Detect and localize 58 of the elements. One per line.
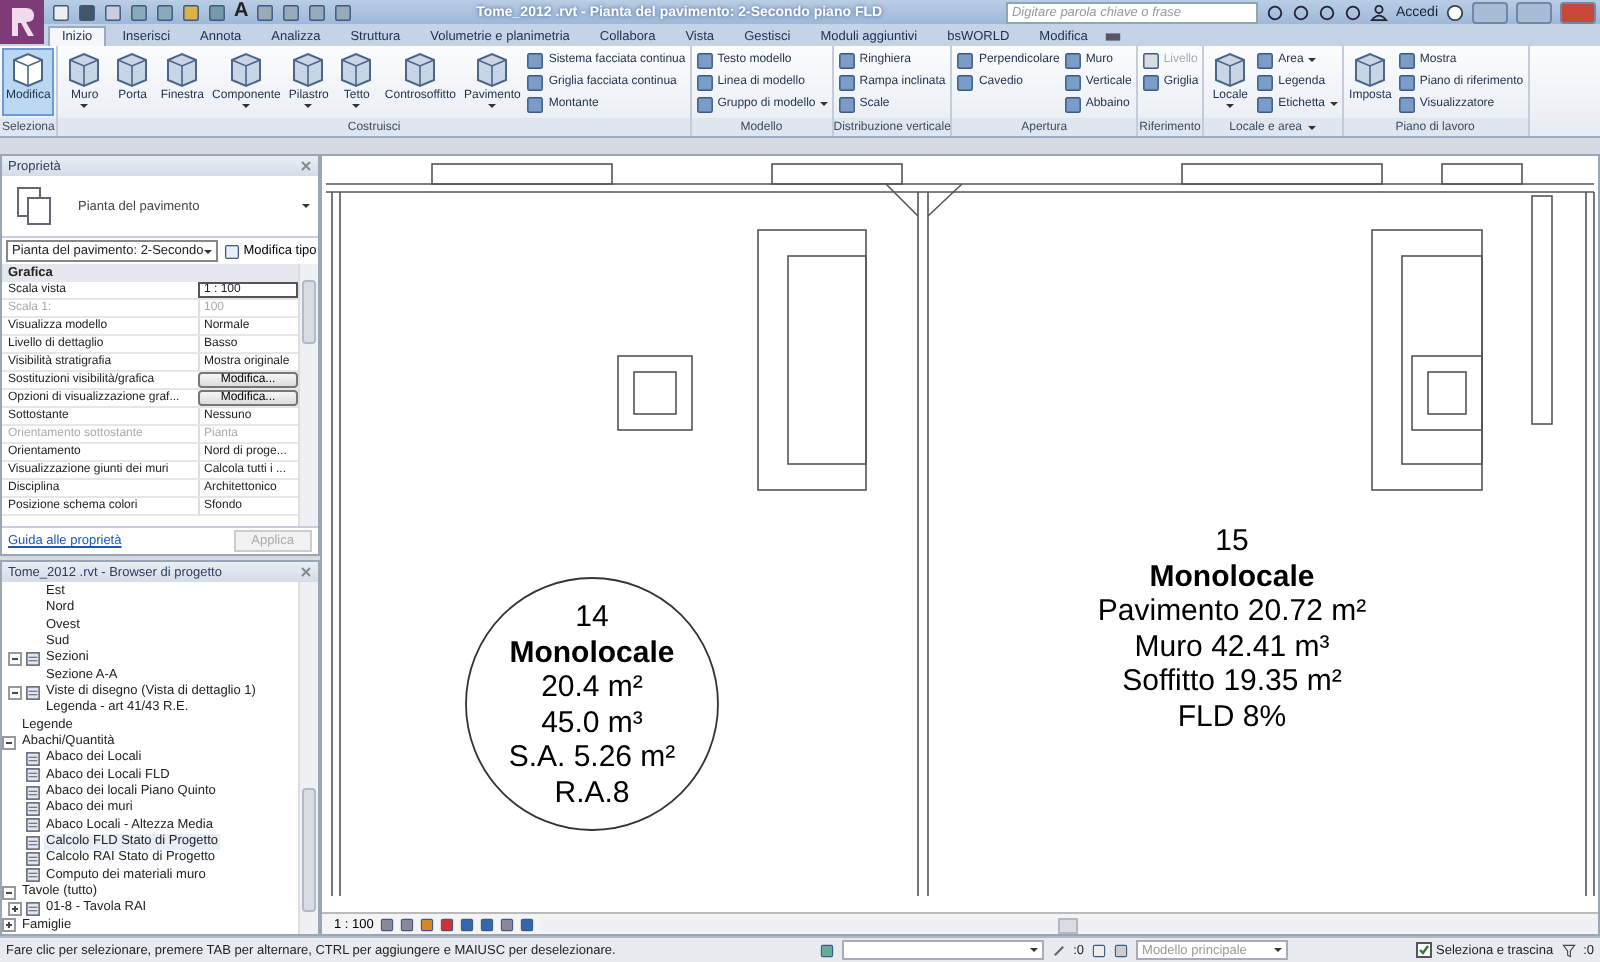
scrollbar[interactable] (539, 917, 1598, 931)
room-info: Muro 42.41 m³ (1134, 629, 1330, 664)
app-logo[interactable] (0, 0, 44, 44)
block-icon (162, 52, 203, 88)
block-icon (226, 52, 267, 88)
block-icon (288, 52, 329, 88)
user-icon (1369, 3, 1388, 21)
collapse-toggle[interactable] (2, 735, 16, 750)
check-icon (1418, 944, 1431, 956)
collapse-toggle[interactable] (8, 651, 22, 666)
caret-icon (1307, 58, 1316, 62)
text-tool-button[interactable]: A (234, 2, 249, 22)
close-button[interactable] (1560, 1, 1596, 23)
block-icon (1350, 52, 1391, 88)
room-number: 15 (1215, 524, 1249, 559)
caret-icon (80, 104, 89, 108)
block-icon (472, 52, 513, 88)
pencil-icon[interactable] (1051, 943, 1066, 957)
room-info: 20.4 m² (541, 670, 643, 705)
caret-icon (242, 104, 251, 108)
panel-toggle-icon[interactable] (1103, 28, 1122, 46)
block-icon (112, 52, 153, 88)
block-icon (1210, 52, 1251, 88)
caret-icon (819, 102, 828, 106)
close-icon[interactable] (300, 566, 312, 578)
expand-toggle[interactable] (8, 901, 22, 916)
room-info: 45.0 m³ (541, 705, 643, 740)
block-icon (8, 52, 49, 88)
room-number: 14 (575, 600, 609, 635)
folder-icon (26, 651, 40, 666)
room-info: R.A.8 (554, 775, 630, 810)
workset-icon[interactable] (819, 943, 834, 957)
block-icon (64, 52, 105, 88)
block-icon (336, 52, 377, 88)
room-info: FLD 8% (1177, 699, 1287, 734)
room-name: Monolocale (509, 635, 675, 670)
folder-icon (26, 901, 40, 916)
collapse-toggle[interactable] (2, 885, 16, 900)
caret-icon (1329, 102, 1338, 106)
caret-icon (304, 104, 313, 108)
scrollbar[interactable] (298, 582, 318, 934)
caret-icon (488, 104, 497, 108)
caret-icon[interactable] (302, 204, 310, 208)
caret-icon (352, 104, 361, 108)
room-info: S.A. 5.26 m² (508, 740, 676, 775)
folder-icon (26, 685, 40, 700)
room-info: Pavimento 20.72 m² (1097, 594, 1367, 629)
room-name: Monolocale (1149, 559, 1315, 594)
edit-type-icon (223, 243, 240, 259)
block-icon (400, 52, 441, 88)
room-info: Soffitto 19.35 m² (1122, 664, 1342, 699)
close-icon[interactable] (300, 160, 312, 172)
filter-icon[interactable] (1561, 943, 1576, 957)
collapse-toggle[interactable] (8, 685, 22, 700)
help-icon[interactable] (1446, 3, 1464, 21)
caret-icon (1226, 104, 1235, 108)
expand-toggle[interactable] (2, 918, 16, 933)
scrollbar[interactable] (298, 264, 318, 526)
